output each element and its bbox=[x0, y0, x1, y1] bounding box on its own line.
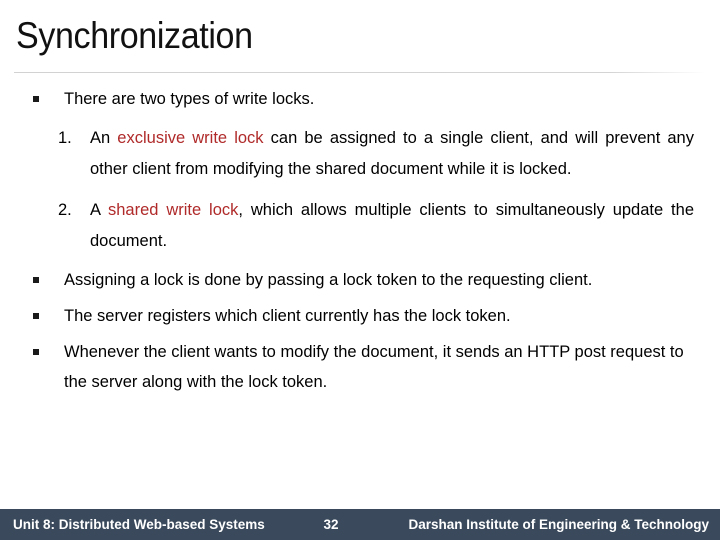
footer-page-number: 32 bbox=[323, 517, 339, 532]
bullet-item-1-text: There are two types of write locks. bbox=[64, 90, 315, 108]
square-bullet-icon bbox=[33, 96, 39, 102]
bullet-item-4: Whenever the client wants to modify the … bbox=[0, 337, 720, 397]
numbered-item-2: 2. A shared write lock, which allows mul… bbox=[0, 195, 720, 257]
bullet-item-1: There are two types of write locks. bbox=[0, 84, 720, 114]
numbered-item-2-highlight: shared write lock bbox=[107, 201, 239, 219]
numbered-item-1-marker: 1. bbox=[58, 129, 72, 147]
bullet-item-3: The server registers which client curren… bbox=[0, 301, 720, 331]
square-bullet-icon bbox=[33, 313, 39, 319]
slide-footer: Unit 8: Distributed Web-based Systems 32… bbox=[0, 509, 720, 540]
bullet-item-4-text: Whenever the client wants to modify the … bbox=[64, 343, 684, 391]
slide-page: { "slide": { "title": "Synchronization",… bbox=[0, 0, 720, 540]
numbered-item-2-pre: A bbox=[90, 201, 108, 219]
footer-unit-label: Unit 8: Distributed Web-based Systems bbox=[13, 517, 265, 532]
bullet-item-2: Assigning a lock is done by passing a lo… bbox=[0, 265, 720, 295]
numbered-item-1-pre: An bbox=[90, 129, 118, 147]
square-bullet-icon bbox=[33, 349, 39, 355]
square-bullet-icon bbox=[33, 277, 39, 283]
numbered-item-2-marker: 2. bbox=[58, 201, 72, 219]
bullet-item-3-text: The server registers which client curren… bbox=[64, 307, 511, 325]
footer-institute-label: Darshan Institute of Engineering & Techn… bbox=[408, 517, 709, 532]
title-divider bbox=[14, 72, 706, 73]
slide-body: There are two types of write locks. 1. A… bbox=[0, 84, 720, 397]
bullet-item-2-text: Assigning a lock is done by passing a lo… bbox=[64, 271, 593, 289]
numbered-item-2-text: A shared write lock, which allows multip… bbox=[90, 195, 694, 257]
numbered-item-1-highlight: exclusive write lock bbox=[117, 129, 264, 147]
page-title: Synchronization bbox=[16, 15, 253, 56]
numbered-item-1-text: An exclusive write lock can be assigned … bbox=[90, 123, 694, 185]
numbered-item-1: 1. An exclusive write lock can be assign… bbox=[0, 123, 720, 185]
